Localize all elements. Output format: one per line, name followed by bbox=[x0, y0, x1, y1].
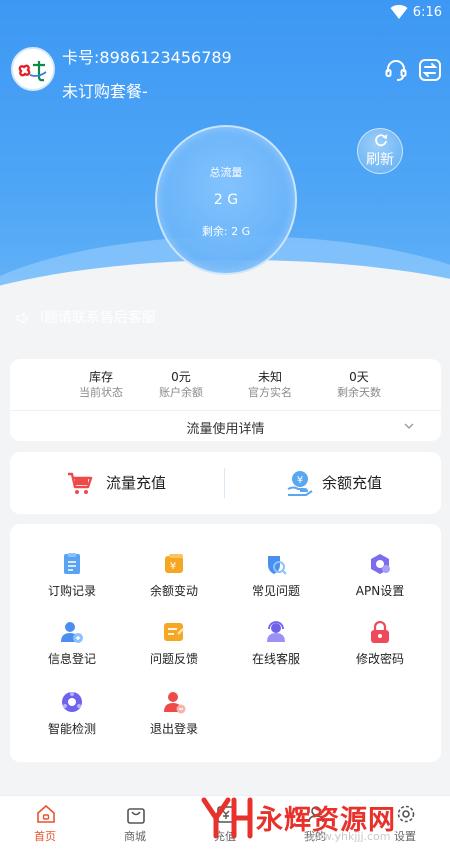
tab-label: 充值 bbox=[214, 830, 236, 843]
menu-faq[interactable]: 常见问题 bbox=[226, 552, 326, 612]
stat-real-name: 未知 官方实名 bbox=[225, 369, 315, 400]
china-unicom-logo-icon bbox=[18, 61, 47, 82]
total-traffic-label: 总流量 bbox=[209, 166, 243, 179]
stat-value: 库存 bbox=[88, 370, 113, 384]
faq-icon bbox=[268, 556, 287, 575]
usage-detail-label: 流量使用详情 bbox=[186, 422, 265, 437]
refresh-button[interactable]: 刷新 bbox=[357, 128, 403, 174]
wallet-icon: ¥ bbox=[287, 471, 313, 496]
menu-label: 问题反馈 bbox=[149, 652, 198, 666]
bottom-tab-bar: 首页 商城 充值 我的 设置 bbox=[0, 795, 450, 850]
lock-icon bbox=[371, 620, 389, 643]
stat-value: 未知 bbox=[257, 370, 282, 384]
total-traffic-value: 2 G bbox=[213, 192, 239, 208]
notice-bar[interactable]: l题请联系售后客服 bbox=[16, 307, 436, 329]
menu-label: 常见问题 bbox=[251, 584, 300, 598]
notice-text: l题请联系售后客服 bbox=[40, 310, 156, 326]
function-menu-panel: 订购记录 ¥ 余额变动 常见问题 APN设置 信息登记 问题反馈 在线客服 修改… bbox=[10, 524, 441, 762]
stat-label: 剩余天数 bbox=[337, 386, 381, 399]
user-register-icon bbox=[61, 622, 83, 643]
menu-apn-settings[interactable]: APN设置 bbox=[330, 552, 430, 612]
balance-change-icon: ¥ bbox=[165, 554, 183, 573]
home-icon bbox=[37, 804, 55, 823]
tab-recharge[interactable]: 充值 bbox=[180, 796, 270, 850]
menu-smart-detect[interactable]: 智能检测 bbox=[22, 690, 122, 750]
stat-label: 账户余额 bbox=[159, 386, 203, 399]
package-status: 未订购套餐- bbox=[62, 82, 148, 101]
svg-text:¥: ¥ bbox=[297, 475, 303, 486]
support-headset-icon[interactable] bbox=[384, 58, 408, 82]
recharge-icon bbox=[217, 806, 235, 823]
menu-logout[interactable]: 退出登录 bbox=[124, 690, 224, 750]
shop-bag-icon bbox=[127, 808, 145, 824]
tab-label: 首页 bbox=[34, 830, 56, 843]
settings-icon bbox=[397, 805, 415, 823]
tab-label: 设置 bbox=[394, 830, 416, 843]
profile-icon bbox=[308, 806, 324, 823]
remaining-traffic: 剩余: 2 G bbox=[201, 225, 251, 238]
switch-card-icon[interactable] bbox=[418, 58, 442, 82]
menu-label: 订购记录 bbox=[47, 584, 96, 598]
wifi-icon bbox=[390, 4, 408, 19]
carrier-logo bbox=[11, 47, 55, 91]
menu-label: 在线客服 bbox=[251, 652, 300, 666]
cart-icon bbox=[68, 472, 93, 494]
menu-label: 修改密码 bbox=[355, 652, 404, 666]
menu-balance-change[interactable]: ¥ 余额变动 bbox=[124, 552, 224, 612]
menu-feedback[interactable]: 问题反馈 bbox=[124, 620, 224, 680]
tab-label: 商城 bbox=[124, 830, 146, 843]
stat-days-left: 0天 剩余天数 bbox=[314, 369, 404, 400]
tab-shop[interactable]: 商城 bbox=[90, 796, 180, 850]
status-bar: 6:16 bbox=[0, 0, 450, 26]
tab-profile[interactable]: 我的 bbox=[270, 796, 360, 850]
balance-recharge-label: 余额充值 bbox=[322, 474, 383, 492]
recharge-panel: 流量充值 ¥ 余额充值 bbox=[10, 452, 441, 514]
menu-info-register[interactable]: 信息登记 bbox=[22, 620, 122, 680]
speaker-icon bbox=[16, 311, 28, 325]
usage-detail-toggle[interactable]: 流量使用详情 bbox=[10, 410, 441, 441]
menu-order-record[interactable]: 订购记录 bbox=[22, 552, 122, 612]
traffic-recharge-label: 流量充值 bbox=[106, 474, 167, 492]
menu-label: 余额变动 bbox=[149, 584, 198, 598]
logout-icon bbox=[164, 692, 186, 714]
tab-home[interactable]: 首页 bbox=[0, 796, 90, 850]
traffic-recharge-button[interactable]: 流量充值 bbox=[66, 452, 206, 514]
traffic-circle: 总流量 2 G 剩余: 2 G bbox=[155, 125, 297, 275]
refresh-label: 刷新 bbox=[366, 152, 394, 168]
stat-balance: 0元 账户余额 bbox=[136, 369, 226, 400]
card-number: 卡号:8986123456789 bbox=[62, 48, 232, 67]
menu-label: APN设置 bbox=[355, 584, 405, 598]
menu-online-service[interactable]: 在线客服 bbox=[226, 620, 326, 680]
balance-recharge-button[interactable]: ¥ 余额充值 bbox=[286, 452, 426, 514]
account-stats-panel: 库存 当前状态 0元 账户余额 未知 官方实名 0天 剩余天数 流量使用详情 bbox=[10, 359, 441, 441]
stat-label: 当前状态 bbox=[79, 386, 123, 399]
stat-value: 0天 bbox=[349, 370, 369, 384]
tab-label: 我的 bbox=[304, 830, 326, 843]
stat-status: 库存 当前状态 bbox=[56, 369, 146, 400]
menu-label: 退出登录 bbox=[149, 722, 198, 736]
refresh-icon bbox=[375, 134, 388, 147]
online-service-icon bbox=[267, 621, 285, 642]
tab-settings[interactable]: 设置 bbox=[360, 796, 450, 850]
menu-label: 信息登记 bbox=[47, 652, 96, 666]
apn-settings-icon bbox=[371, 554, 390, 574]
divider bbox=[224, 468, 225, 498]
smart-detect-icon bbox=[62, 692, 82, 712]
feedback-icon bbox=[164, 623, 184, 641]
stat-label: 官方实名 bbox=[248, 386, 292, 399]
clock: 6:16 bbox=[412, 5, 442, 20]
svg-text:¥: ¥ bbox=[170, 561, 176, 572]
chevron-down-icon bbox=[404, 423, 414, 429]
menu-change-password[interactable]: 修改密码 bbox=[330, 620, 430, 680]
order-record-icon bbox=[64, 553, 80, 574]
menu-label: 智能检测 bbox=[47, 722, 96, 736]
stat-value: 0元 bbox=[171, 370, 191, 384]
